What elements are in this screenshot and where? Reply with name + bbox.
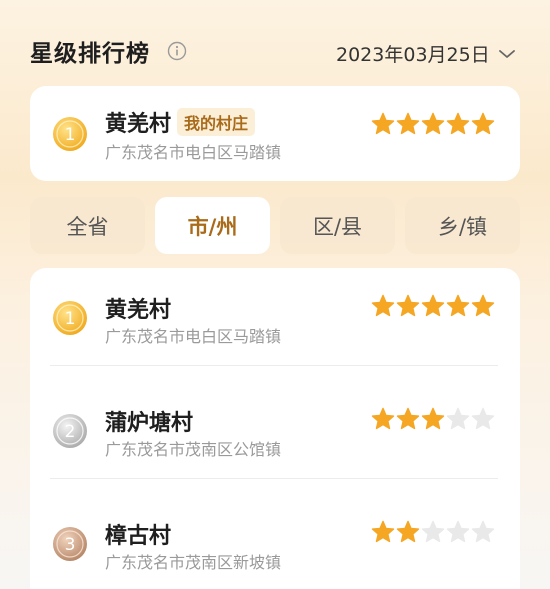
page-title: 星级排行榜 [30, 41, 150, 67]
star-empty-icon [446, 407, 470, 430]
village-name: 蒲炉塘村 [105, 411, 194, 436]
gold-medal-icon: 1 [53, 301, 87, 335]
scope-tabs: 全省 市/州 区/县 乡/镇 [30, 197, 520, 255]
star-empty-icon [471, 407, 495, 430]
star-empty-icon [471, 520, 495, 543]
bronze-medal-icon: 3 [53, 527, 87, 561]
my-village-card[interactable]: 1 黄羌村 我的村庄 广东茂名市电白区马踏镇 [30, 86, 520, 181]
star-filled-icon [396, 520, 420, 543]
my-village-address: 广东茂名市电白区马踏镇 [105, 143, 282, 162]
star-filled-icon [471, 294, 495, 317]
village-stars [371, 294, 496, 318]
star-filled-icon [371, 407, 395, 430]
village-name: 黄羌村 [105, 298, 172, 323]
star-empty-icon [446, 520, 470, 543]
star-filled-icon [371, 294, 395, 317]
star-empty-icon [421, 520, 445, 543]
tab-town[interactable]: 乡/镇 [405, 197, 520, 254]
star-filled-icon [421, 294, 445, 317]
star-filled-icon [396, 407, 420, 430]
medal-rank-text: 1 [65, 125, 76, 145]
village-name-text: 黄羌村 [105, 112, 172, 137]
list-item[interactable]: 2 蒲炉塘村 广东茂名市茂南区公馆镇 [30, 381, 520, 481]
medal-rank-text: 3 [65, 535, 76, 555]
village-stars [371, 407, 496, 431]
star-filled-icon [371, 112, 395, 135]
gold-medal-icon: 1 [53, 117, 87, 151]
my-village-name: 黄羌村 我的村庄 [105, 106, 256, 138]
star-filled-icon [371, 520, 395, 543]
village-address: 广东茂名市茂南区公馆镇 [105, 440, 282, 459]
my-village-stars [371, 112, 496, 136]
star-filled-icon [421, 407, 445, 430]
star-filled-icon [421, 112, 445, 135]
village-address: 广东茂名市电白区马踏镇 [105, 327, 282, 346]
village-address: 广东茂名市茂南区新坡镇 [105, 553, 282, 572]
village-name: 樟古村 [105, 524, 172, 549]
medal-rank-text: 1 [65, 309, 76, 329]
silver-medal-icon: 2 [53, 414, 87, 448]
star-filled-icon [446, 294, 470, 317]
village-stars [371, 520, 496, 544]
date-label: 2023年03月25日 [336, 44, 490, 66]
my-village-badge: 我的村庄 [177, 108, 256, 136]
star-filled-icon [396, 112, 420, 135]
date-picker[interactable]: 2023年03月25日 [336, 40, 516, 67]
list-item[interactable]: 1 黄羌村 广东茂名市电白区马踏镇 [30, 268, 520, 368]
list-item[interactable]: 3 樟古村 广东茂名市茂南区新坡镇 [30, 494, 520, 589]
header: 星级排行榜 2023年03月25日 [0, 0, 550, 95]
divider [50, 478, 498, 479]
info-icon[interactable] [167, 41, 187, 61]
my-village-row: 1 黄羌村 我的村庄 广东茂名市电白区马踏镇 [30, 86, 520, 186]
ranking-list: 1 黄羌村 广东茂名市电白区马踏镇 2 蒲炉塘村 广东茂名市茂南区公馆镇 3 樟… [30, 268, 520, 589]
divider [50, 365, 498, 366]
tab-city[interactable]: 市/州 [155, 197, 270, 254]
tab-district[interactable]: 区/县 [280, 197, 395, 254]
star-filled-icon [446, 112, 470, 135]
star-filled-icon [396, 294, 420, 317]
chevron-down-icon [498, 49, 515, 58]
star-filled-icon [471, 112, 495, 135]
tab-province[interactable]: 全省 [30, 197, 145, 254]
medal-rank-text: 2 [65, 422, 76, 442]
